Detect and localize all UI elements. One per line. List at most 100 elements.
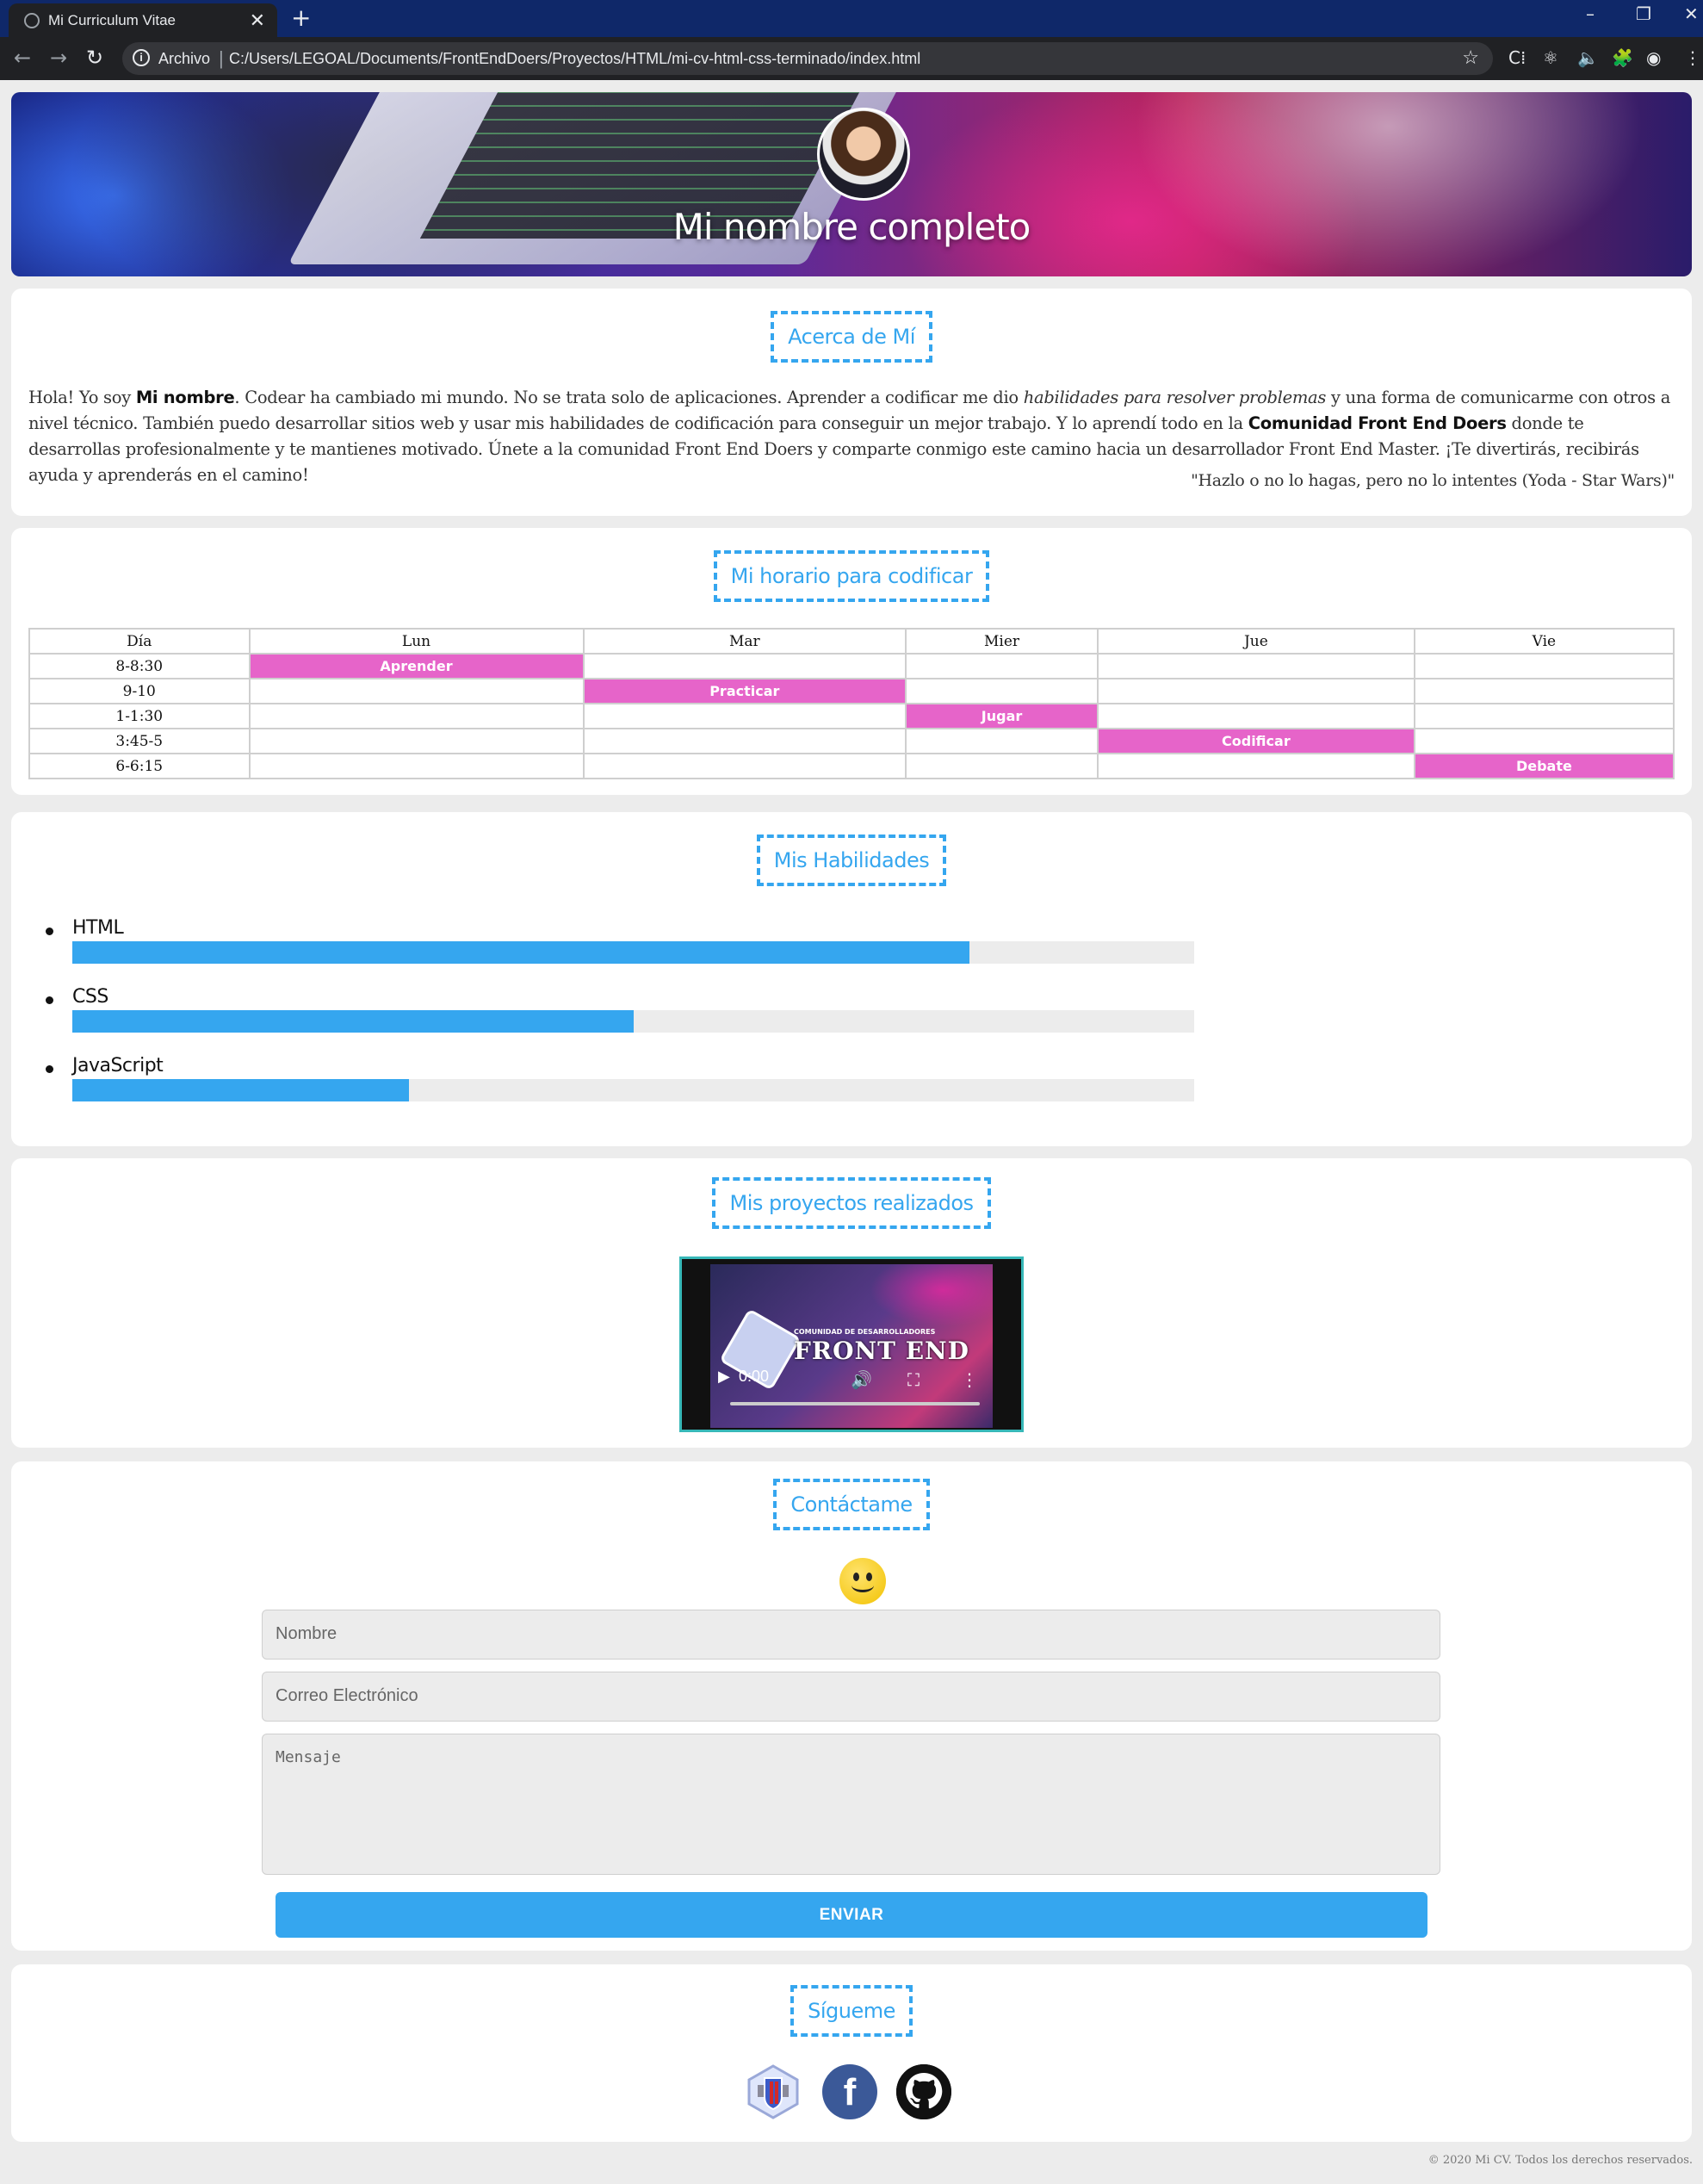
browser-menu-icon[interactable]: ⋮ (1684, 47, 1701, 68)
about-name-bold: Mi nombre (135, 388, 235, 407)
contact-section: Contáctame Nombre Correo Electrónico Men… (11, 1461, 1692, 1951)
play-icon[interactable]: ▶ (718, 1368, 730, 1386)
video-menu-icon[interactable]: ⋮ (961, 1369, 978, 1390)
projects-section: Mis proyectos realizados COMUNIDAD DE DE… (11, 1158, 1692, 1448)
github-icon[interactable] (896, 2064, 951, 2119)
time-cell: 6-6:15 (28, 753, 251, 779)
about-quote: "Hazlo o no lo hagas, pero no lo intente… (1191, 471, 1675, 490)
address-bar[interactable]: i Archivo | C:/Users/LEGOAL/Documents/Fr… (122, 42, 1493, 75)
message-field[interactable]: Mensaje (262, 1734, 1440, 1875)
back-icon[interactable]: ← (14, 46, 31, 70)
globe-icon (24, 13, 40, 28)
profile-avatar-icon[interactable]: ◉ (1646, 47, 1661, 68)
video-brand-subtitle: COMUNIDAD DE DESARROLLADORES (794, 1328, 936, 1336)
activity-cell (248, 753, 585, 779)
restore-icon[interactable]: ❐ (1636, 3, 1651, 24)
table-row: 6-6:15 Debate (28, 753, 1675, 779)
activity-cell (1413, 728, 1675, 754)
time-cell: 9-10 (28, 678, 251, 704)
message-field-placeholder: Mensaje (276, 1748, 341, 1766)
video-seek-bar[interactable] (730, 1402, 980, 1405)
activity-cell (905, 753, 1099, 779)
schedule-title: Mi horario para codificar (11, 550, 1692, 602)
about-title-text: Acerca de Mí (771, 311, 932, 363)
project-video-player[interactable]: COMUNIDAD DE DESARROLLADORES FRONT END ▶… (679, 1256, 1024, 1432)
tab-close-icon[interactable]: ✕ (250, 9, 265, 32)
skill-progress-fill (72, 1079, 409, 1101)
footer-copyright: © 2020 Mi CV. Todos los derechos reserva… (1427, 2154, 1693, 2167)
skill-name: JavaScript (72, 1055, 164, 1076)
skill-progress-fill (72, 941, 970, 964)
volume-icon[interactable]: 🔊 (851, 1369, 872, 1390)
name-field[interactable]: Nombre (262, 1610, 1440, 1660)
bullet-icon (46, 928, 53, 935)
browser-toolbar: ← → ↻ i Archivo | C:/Users/LEGOAL/Docume… (0, 37, 1703, 80)
react-devtools-icon[interactable]: ⚛ (1543, 47, 1558, 68)
github-octocat-shape (896, 2064, 951, 2119)
activity-cell (1096, 678, 1415, 704)
email-field[interactable]: Correo Electrónico (262, 1672, 1440, 1722)
avatar (817, 108, 910, 201)
window-close-icon[interactable]: ✕ (1684, 3, 1699, 24)
table-row: 1-1:30 Jugar (28, 703, 1675, 729)
activity-cell (1096, 753, 1415, 779)
new-tab-button[interactable]: + (291, 3, 311, 32)
info-icon[interactable]: i (133, 49, 150, 66)
schedule-table: Día Lun Mar Mier Jue Vie 8-8:30 Aprender (28, 628, 1675, 779)
page-content: Mi nombre completo Acerca de Mí Hola! Yo… (0, 80, 1703, 2184)
activity-cell (582, 703, 907, 729)
about-skills-italic: habilidades para resolver problemas (1023, 388, 1327, 407)
bullet-icon (46, 996, 53, 1004)
browser-tab[interactable]: Mi Curriculum Vitae ✕ (9, 3, 277, 37)
address-separator: | (219, 47, 224, 69)
front-end-doers-link[interactable] (746, 2064, 801, 2119)
header-cell: Mier (905, 628, 1099, 655)
about-section: Acerca de Mí Hola! Yo soy Mi nombre. Cod… (11, 289, 1692, 516)
name-field-placeholder: Nombre (276, 1624, 338, 1643)
skill-name: CSS (72, 986, 108, 1008)
time-cell: 1-1:30 (28, 703, 251, 729)
browser-tab-bar: Mi Curriculum Vitae ✕ + – ❐ ✕ (0, 0, 1703, 37)
activity-cell (1413, 678, 1675, 704)
header-cell: Vie (1413, 628, 1675, 655)
activity-cell (1413, 653, 1675, 679)
activity-cell (1096, 653, 1415, 679)
fullscreen-icon[interactable]: ⛶ (907, 1369, 920, 1390)
forward-icon[interactable]: → (50, 46, 67, 70)
facebook-icon[interactable]: f (822, 2064, 877, 2119)
contact-title-text: Contáctame (773, 1479, 930, 1530)
activity-cell: Debate (1413, 753, 1675, 779)
skill-progress-fill (72, 1010, 634, 1033)
activity-cell (1096, 703, 1415, 729)
skill-name: HTML (72, 917, 124, 939)
activity-cell (248, 703, 585, 729)
activity-cell (905, 653, 1099, 679)
about-title: Acerca de Mí (11, 311, 1692, 363)
skills-title-text: Mis Habilidades (756, 835, 947, 886)
skill-progress-track (72, 941, 1194, 964)
activity-cell (582, 728, 907, 754)
skills-section: Mis Habilidades HTML CSS JavaScript (11, 812, 1692, 1146)
activity-cell (582, 753, 907, 779)
header-cell: Mar (582, 628, 907, 655)
audio-icon[interactable]: 🔈 (1577, 47, 1599, 68)
table-row: 3:45-5 Codificar (28, 728, 1675, 754)
submit-button[interactable]: ENVIAR (276, 1892, 1427, 1938)
activity-cell (582, 653, 907, 679)
header-cell: Día (28, 628, 251, 655)
minimize-icon[interactable]: – (1586, 3, 1595, 24)
extensions-puzzle-icon[interactable]: 🧩 (1612, 47, 1633, 68)
projects-title: Mis proyectos realizados (11, 1177, 1692, 1229)
follow-section: Sígueme f (11, 1964, 1692, 2142)
reload-icon[interactable]: ↻ (86, 46, 103, 70)
bullet-icon (46, 1065, 53, 1073)
extension-icon-1[interactable]: C⁞ (1508, 47, 1526, 68)
about-community-bold: Comunidad Front End Doers (1248, 413, 1507, 433)
front-end-doers-logo-icon (747, 2064, 799, 2119)
address-url[interactable]: C:/Users/LEGOAL/Documents/FrontEndDoers/… (229, 50, 920, 68)
email-field-placeholder: Correo Electrónico (276, 1686, 418, 1705)
skills-title: Mis Habilidades (11, 835, 1692, 886)
table-row: 9-10 Practicar (28, 678, 1675, 704)
bookmark-star-icon[interactable]: ☆ (1462, 47, 1479, 69)
activity-cell: Practicar (582, 678, 907, 704)
